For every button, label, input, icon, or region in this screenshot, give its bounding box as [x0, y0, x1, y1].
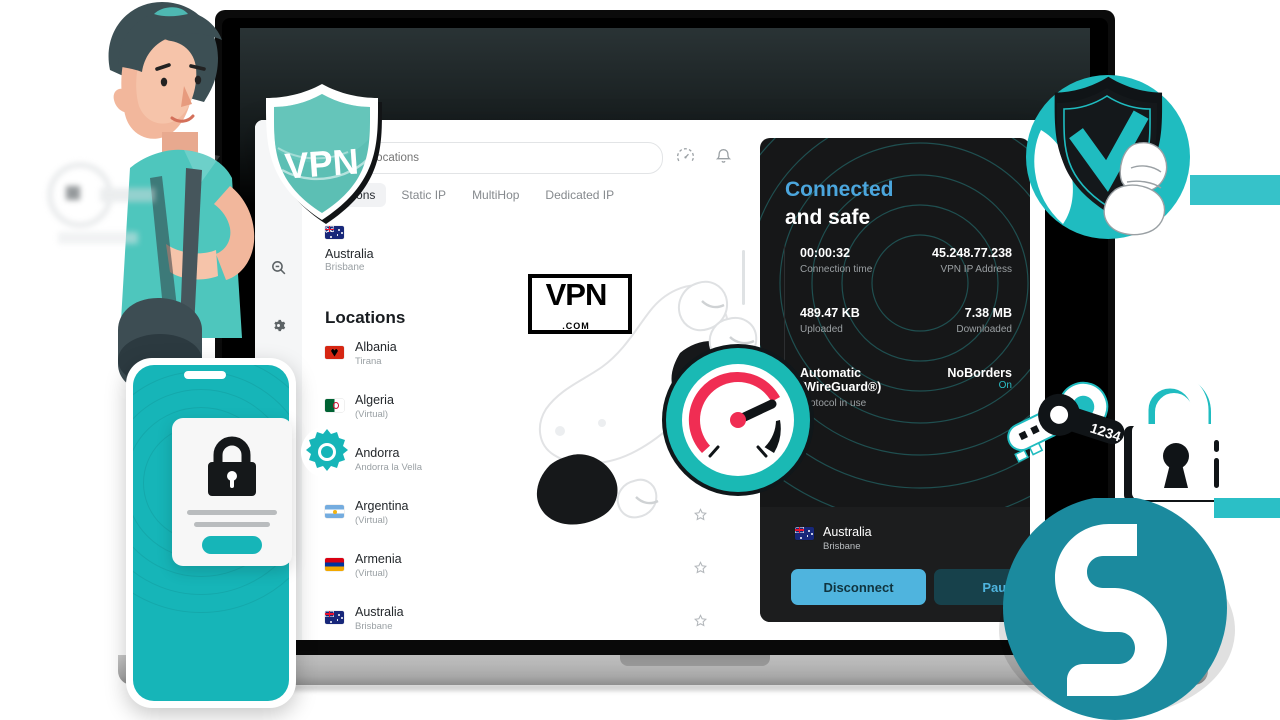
- downloaded-label: Downloaded: [956, 324, 1012, 335]
- flag-argentina: [325, 505, 344, 518]
- stat-vpn-ip: 45.248.77.238 VPN IP Address: [890, 246, 1012, 275]
- card-text-bar: [194, 522, 270, 527]
- stat-downloaded: 7.38 MB Downloaded: [890, 306, 1012, 335]
- shield-check-badge: [1026, 75, 1190, 239]
- noborders-value: NoBorders: [947, 366, 1012, 380]
- card-action-button[interactable]: [202, 536, 262, 554]
- lock-icon: [208, 436, 256, 496]
- tab-dedicated-ip[interactable]: Dedicated IP: [534, 183, 625, 207]
- flag-armenia: [325, 558, 344, 571]
- location-subtitle: Andorra la Vella: [355, 462, 423, 473]
- flag-albania: [325, 346, 344, 359]
- surfshark-logo: [999, 498, 1235, 720]
- vpn-ip-value: 45.248.77.238: [932, 246, 1012, 260]
- laptop-trackpad-notch: [620, 655, 770, 666]
- phone-lock-card: [172, 418, 292, 566]
- disconnect-button[interactable]: Disconnect: [791, 569, 926, 605]
- watermark-com-text: .COM: [562, 321, 590, 331]
- svg-text:VPN: VPN: [283, 140, 360, 186]
- status-connected-text: Connected: [785, 178, 894, 201]
- vpn-com-watermark: VPN .COM: [528, 274, 632, 334]
- connected-country: Australia: [823, 525, 872, 539]
- blurred-decoration: [47, 162, 155, 244]
- location-country: Albania: [355, 340, 397, 354]
- locations-section-title: Locations: [325, 308, 406, 327]
- location-subtitle: Tirana: [355, 356, 382, 367]
- location-country: Australia: [355, 605, 404, 619]
- phone-speaker: [184, 371, 226, 379]
- quick-connect-country: Australia: [325, 247, 374, 261]
- connection-status-heading: Connected and safe: [785, 176, 894, 231]
- status-safe-text: and safe: [785, 205, 871, 229]
- speed-test-icon[interactable]: [675, 146, 697, 168]
- favorite-star-icon[interactable]: [693, 560, 708, 575]
- stat-noborders: NoBorders On: [890, 366, 1012, 391]
- favorite-star-icon[interactable]: [693, 613, 708, 628]
- location-subtitle: (Virtual): [355, 409, 389, 420]
- card-text-bar: [187, 510, 277, 515]
- connected-city: Brisbane: [823, 541, 861, 552]
- connection-time-value: 00:00:32: [800, 246, 851, 260]
- flag-australia: [325, 611, 344, 624]
- flag-algeria: [325, 399, 344, 412]
- speedometer-icon: [662, 344, 814, 496]
- location-country: Armenia: [355, 552, 402, 566]
- location-country: Andorra: [355, 446, 400, 460]
- location-subtitle: Brisbane: [355, 621, 393, 632]
- location-subtitle: (Virtual): [355, 515, 389, 526]
- gear-icon: [301, 426, 353, 478]
- tab-multihop[interactable]: MultiHop: [461, 183, 530, 207]
- vpn-shield-badge: VPN: [265, 84, 383, 224]
- noborders-state: On: [998, 380, 1012, 391]
- location-country: Argentina: [355, 499, 409, 513]
- flag-australia: [325, 226, 344, 240]
- vpn-ip-label: VPN IP Address: [940, 264, 1012, 275]
- padlock-icon: [1124, 371, 1228, 502]
- location-country: Algeria: [355, 393, 394, 407]
- downloaded-value: 7.38 MB: [964, 306, 1012, 320]
- tab-static-ip[interactable]: Static IP: [390, 183, 457, 207]
- hero-composition: Locations Static IP MultiHop Dedicated I…: [0, 0, 1280, 720]
- watermark-vpn-text: VPN: [545, 277, 608, 312]
- teal-accent-bar: [1190, 175, 1280, 205]
- location-subtitle: (Virtual): [355, 568, 389, 579]
- notifications-bell-icon[interactable]: [713, 146, 735, 168]
